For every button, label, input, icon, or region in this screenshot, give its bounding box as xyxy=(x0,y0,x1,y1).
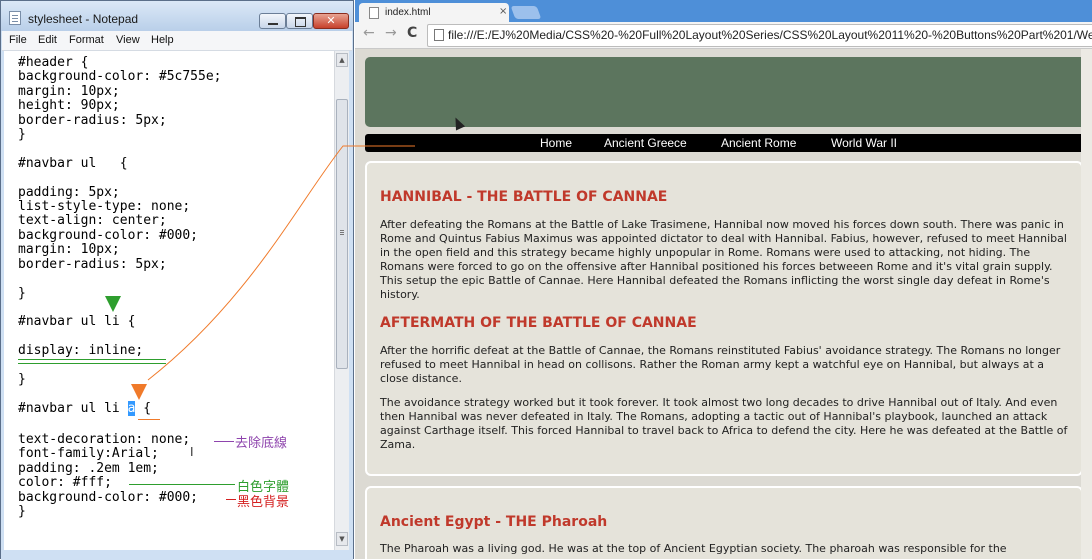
article-paragraph: The Pharoah was a living god. He was at … xyxy=(380,542,1007,555)
selector-a-underline xyxy=(138,419,160,420)
scroll-down-icon[interactable]: ▼ xyxy=(336,532,348,546)
close-button[interactable]: ✕ xyxy=(313,13,349,29)
notepad-titlebar[interactable]: stylesheet - Notepad ✕ xyxy=(1,1,353,31)
text-cursor-ibeam: I xyxy=(190,445,194,459)
article-paragraph: After defeating the Romans at the Battle… xyxy=(380,218,1067,301)
white-text-leader xyxy=(129,484,235,485)
minimize-button[interactable] xyxy=(259,13,286,29)
scroll-up-icon[interactable]: ▲ xyxy=(336,53,348,67)
article-paragraph: After the horrific defeat at the Battle … xyxy=(380,344,1061,385)
browser-window: index.html × ← → C file:///E:/EJ%20Media… xyxy=(355,0,1092,559)
article-paragraph: The avoidance strategy worked but it too… xyxy=(380,396,1068,451)
menu-file[interactable]: File xyxy=(9,34,27,46)
page-icon xyxy=(369,7,379,19)
address-bar-url[interactable]: file:///E:/EJ%20Media/CSS%20-%20Full%20L… xyxy=(448,28,1092,42)
nav-link-home[interactable]: Home xyxy=(540,136,572,150)
address-bar[interactable]: file:///E:/EJ%20Media/CSS%20-%20Full%20L… xyxy=(427,24,1092,47)
article-heading: Ancient Egypt - THE Pharoah xyxy=(380,514,608,530)
orange-triangle-marker xyxy=(131,384,147,400)
nav-link-ancient-rome[interactable]: Ancient Rome xyxy=(721,136,796,150)
new-tab-button[interactable] xyxy=(510,6,542,19)
tab-title: index.html xyxy=(385,7,431,18)
code-text-before-selection: #header { background-color: #5c755e; mar… xyxy=(18,55,222,416)
annotation-black-background: 黑色背景 xyxy=(237,495,290,510)
page-icon xyxy=(434,29,444,41)
maximize-button[interactable] xyxy=(286,13,313,29)
page-header xyxy=(365,57,1092,127)
nav-link-world-war-ii[interactable]: World War II xyxy=(831,136,897,150)
notepad-window-title: stylesheet - Notepad xyxy=(28,12,139,26)
menu-edit[interactable]: Edit xyxy=(38,34,57,46)
tab-close-icon[interactable]: × xyxy=(499,6,507,17)
forward-arrow-icon[interactable]: → xyxy=(385,25,397,41)
code-text-after-selection: { xyxy=(135,400,152,416)
remove-underline-leader xyxy=(214,441,234,442)
article-egypt: Ancient Egypt - THE Pharoah The Pharoah … xyxy=(365,486,1083,559)
article-heading: AFTERMATH OF THE BATTLE OF CANNAE xyxy=(380,315,697,331)
tab-strip: index.html × xyxy=(355,0,1092,22)
tab-index-html[interactable]: index.html × xyxy=(359,3,509,22)
display-inline-underline xyxy=(18,359,166,360)
maximize-icon xyxy=(295,17,306,27)
page-vertical-scrollbar[interactable] xyxy=(1081,49,1092,559)
black-background-leader xyxy=(226,499,236,500)
green-triangle-marker xyxy=(105,296,121,312)
close-icon: ✕ xyxy=(326,14,336,27)
back-arrow-icon[interactable]: ← xyxy=(363,25,375,41)
notepad-app-icon xyxy=(9,11,21,25)
browser-toolbar: ← → C file:///E:/EJ%20Media/CSS%20-%20Fu… xyxy=(355,22,1092,49)
scroll-thumb[interactable] xyxy=(336,99,348,369)
annotation-remove-underline: 去除底線 xyxy=(235,436,288,451)
notepad-window: stylesheet - Notepad ✕ File Edit Format … xyxy=(0,0,354,560)
notepad-vertical-scrollbar[interactable]: ▲ ▼ xyxy=(334,51,349,550)
reload-icon[interactable]: C xyxy=(407,25,417,41)
code-block-bottom: text-decoration: none; font-family:Arial… xyxy=(18,432,199,520)
display-inline-underline-2 xyxy=(18,363,166,364)
notepad-menubar: File Edit Format View Help xyxy=(2,31,352,51)
article-heading: HANNIBAL - THE BATTLE OF CANNAE xyxy=(380,189,668,205)
navbar: Home Ancient Greece Ancient Rome World W… xyxy=(365,134,1092,152)
menu-help[interactable]: Help xyxy=(151,34,174,46)
menu-view[interactable]: View xyxy=(116,34,140,46)
notepad-text-area[interactable]: #header { background-color: #5c755e; mar… xyxy=(4,51,334,550)
menu-format[interactable]: Format xyxy=(69,34,104,46)
minimize-icon xyxy=(268,23,278,25)
page-viewport: Home Ancient Greece Ancient Rome World W… xyxy=(355,49,1092,559)
article-hannibal: HANNIBAL - THE BATTLE OF CANNAE After de… xyxy=(365,161,1083,476)
nav-link-ancient-greece[interactable]: Ancient Greece xyxy=(604,136,687,150)
